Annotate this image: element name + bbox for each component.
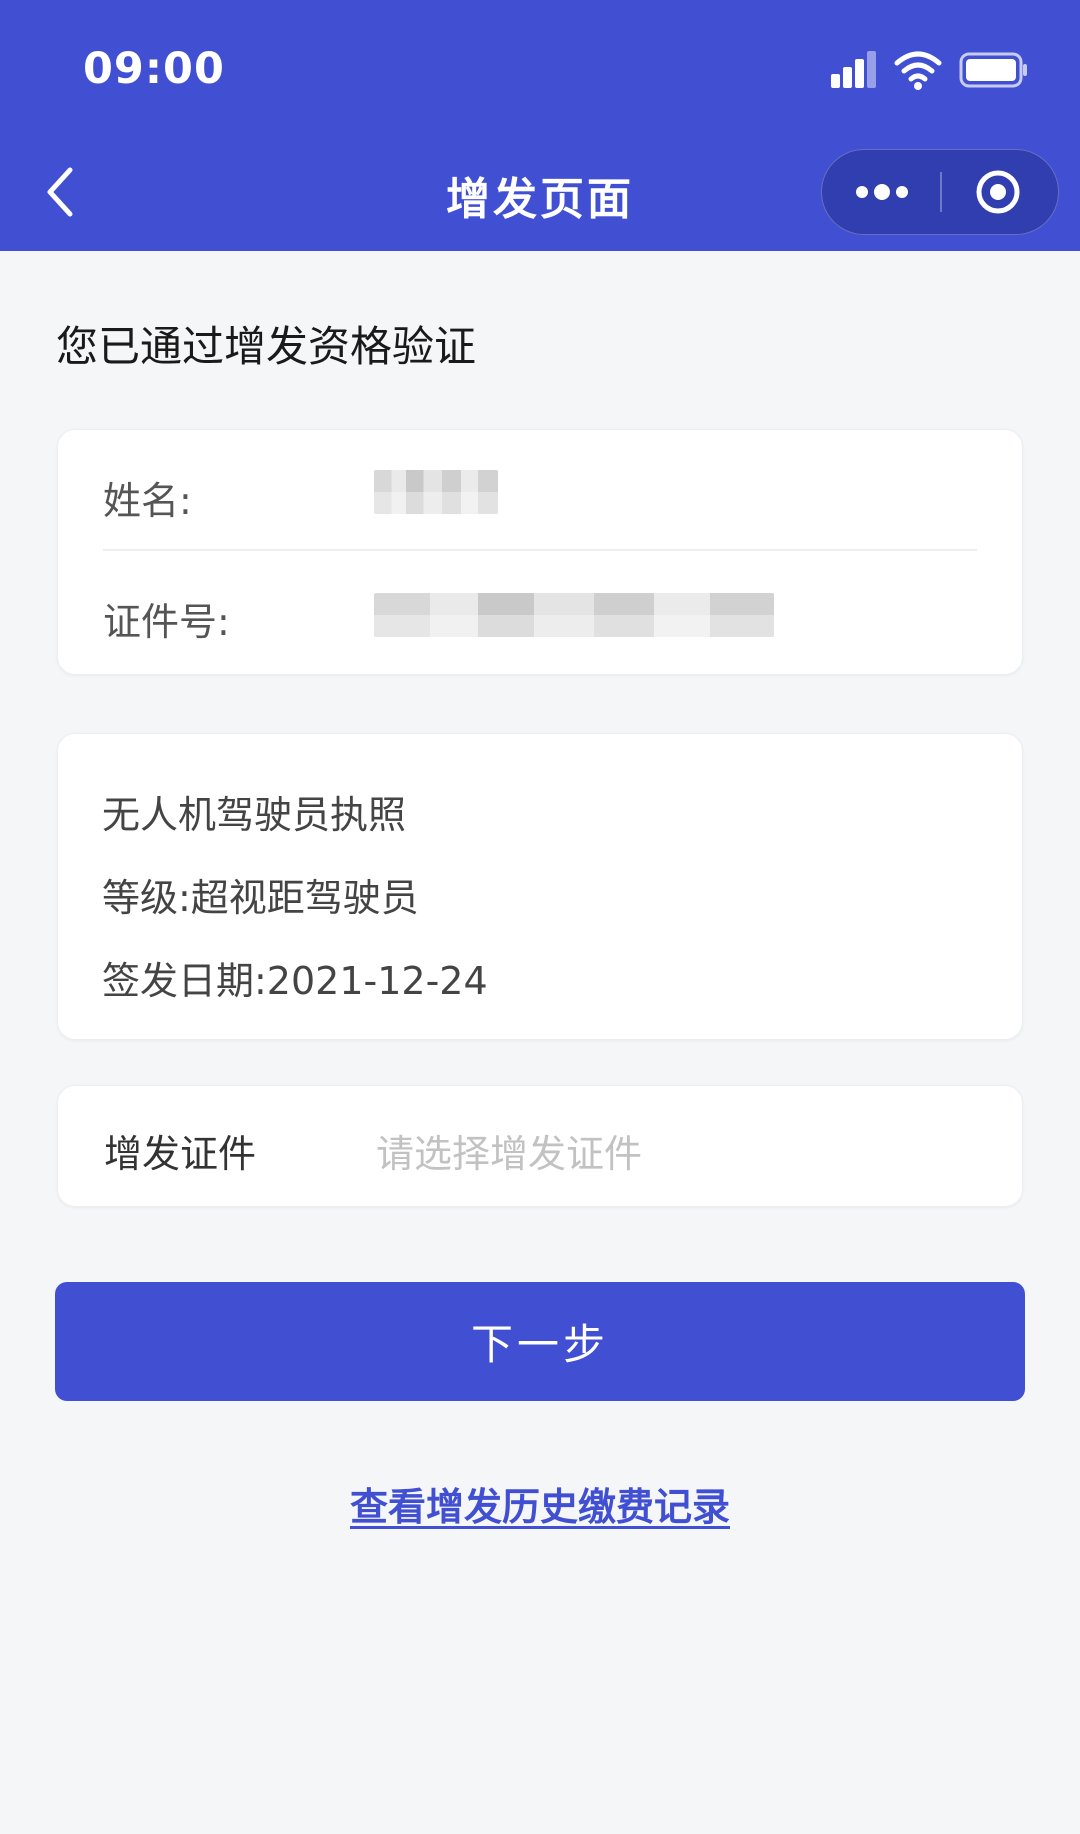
verify-title: 您已通过增发资格验证 [56,322,477,371]
next-button[interactable]: 下一步 [55,1282,1025,1401]
license-card: 无人机驾驶员执照 等级:超视距驾驶员 签发日期:2021-12-24 [57,733,1023,1040]
reissue-select-label: 增发证件 [104,1132,257,1176]
license-name: 无人机驾驶员执照 [102,793,407,837]
more-dots-icon [856,184,908,200]
status-time: 09:00 [83,44,225,94]
id-number-label: 证件号: [103,600,230,644]
status-icons [829,48,1029,92]
id-number-value-redacted [374,593,774,637]
identity-card: 姓名: 证件号: [57,429,1023,675]
name-label: 姓名: [103,479,192,523]
wifi-icon [894,51,942,90]
reissue-select-field[interactable]: 增发证件 请选择增发证件 [57,1085,1023,1207]
nav-header: 09:00 增发页面 [0,0,1080,251]
capsule-divider [940,172,942,212]
mini-program-capsule [821,149,1059,235]
name-value-redacted [374,470,498,514]
license-issue-date: 签发日期:2021-12-24 [102,959,488,1003]
more-button[interactable] [846,168,918,216]
license-level: 等级:超视距驾驶员 [102,876,419,920]
close-target-icon [976,170,1020,214]
signal-icon [831,51,876,88]
close-miniprogram-button[interactable] [962,168,1034,216]
history-payment-link[interactable]: 查看增发历史缴费记录 [0,1476,1080,1531]
reissue-select-placeholder[interactable]: 请选择增发证件 [376,1123,642,1178]
divider [103,549,977,551]
battery-icon [959,52,1027,88]
